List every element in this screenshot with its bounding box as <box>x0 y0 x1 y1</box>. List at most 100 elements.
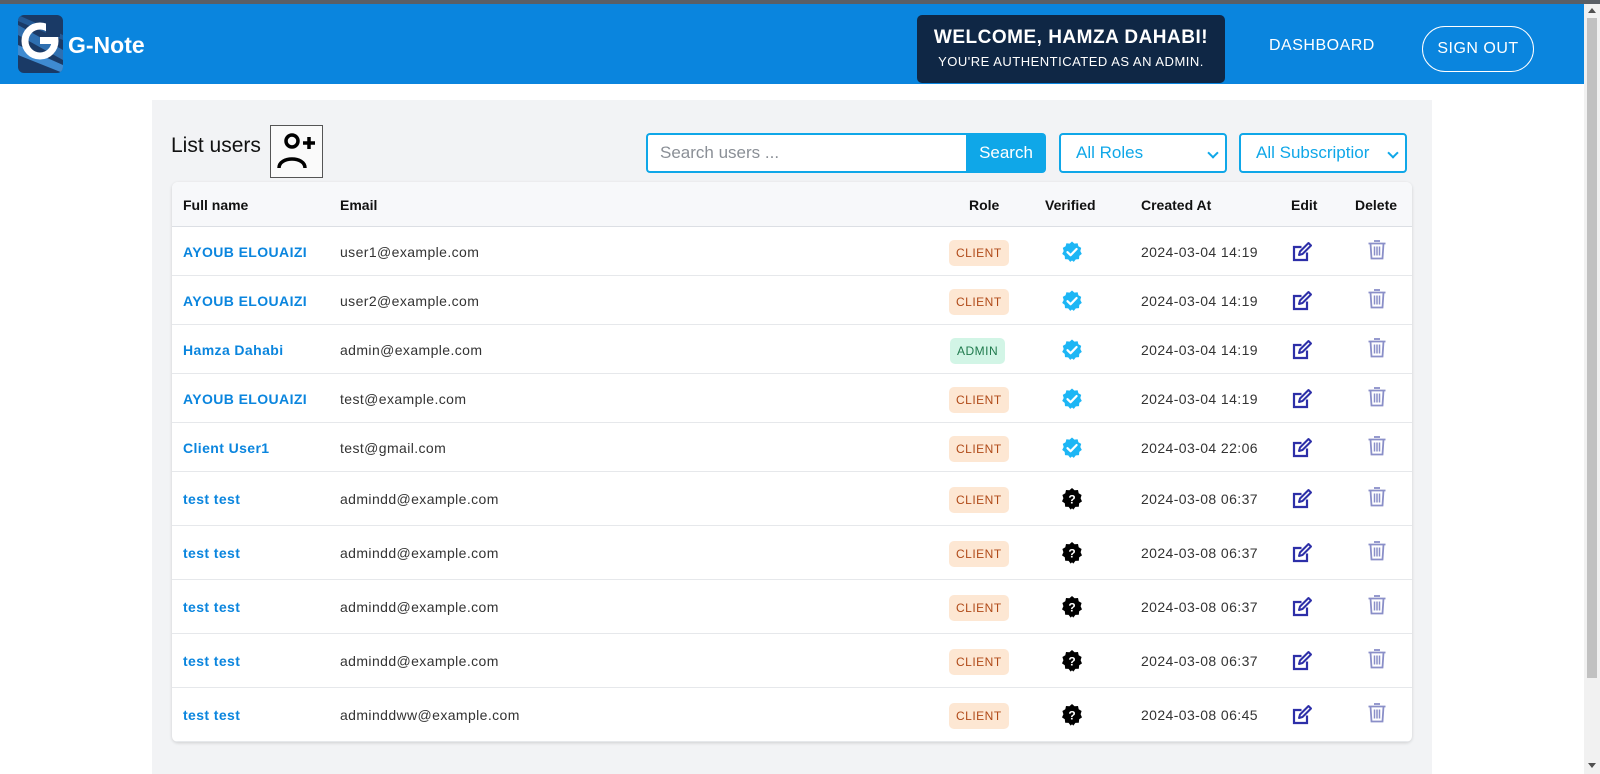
user-email: admindd@example.com <box>340 545 499 561</box>
role-badge: ADMIN <box>950 338 1006 364</box>
created-at: 2024-03-04 14:19 <box>1141 342 1258 358</box>
user-full-name[interactable]: test test <box>183 491 240 507</box>
chevron-down-icon <box>1387 147 1399 159</box>
trash-icon[interactable] <box>1366 485 1388 507</box>
search-button[interactable]: Search <box>966 133 1046 173</box>
table-row[interactable]: test test admindd@example.com CLIENT? 2024-… <box>172 472 1412 526</box>
add-user-button[interactable] <box>270 125 323 178</box>
vertical-scrollbar[interactable] <box>1584 4 1600 774</box>
trash-icon[interactable] <box>1366 539 1388 561</box>
table-row[interactable]: test test admindd@example.com CLIENT? 2024-… <box>172 580 1412 634</box>
role-badge: CLIENT <box>949 289 1009 315</box>
user-full-name[interactable]: Hamza Dahabi <box>183 342 284 358</box>
created-at: 2024-03-08 06:45 <box>1141 707 1258 723</box>
created-at: 2024-03-04 14:19 <box>1141 391 1258 407</box>
dashboard-link[interactable]: DASHBOARD <box>1269 37 1375 55</box>
edit-icon[interactable] <box>1291 704 1313 726</box>
unverified-question-icon: ? <box>1060 649 1084 673</box>
signout-button[interactable]: SIGN OUT <box>1422 26 1534 72</box>
search-input[interactable] <box>646 133 966 173</box>
edit-icon[interactable] <box>1291 290 1313 312</box>
edit-icon[interactable] <box>1291 388 1313 410</box>
table-row[interactable]: test test adminddww@example.com CLIENT? 202… <box>172 688 1412 742</box>
role-badge: CLIENT <box>949 541 1009 567</box>
brand-name[interactable]: G-Note <box>68 32 145 59</box>
verified-badge-icon <box>1060 338 1084 362</box>
created-at: 2024-03-08 06:37 <box>1141 599 1258 615</box>
user-full-name[interactable]: AYOUB ELOUAIZI <box>183 293 307 309</box>
role-badge: CLIENT <box>949 240 1009 266</box>
user-full-name[interactable]: test test <box>183 707 240 723</box>
user-full-name[interactable]: Client User1 <box>183 440 270 456</box>
scroll-up-arrow-icon[interactable] <box>1588 8 1596 13</box>
unverified-question-icon: ? <box>1060 595 1084 619</box>
column-header-created-at[interactable]: Created At <box>1141 197 1211 213</box>
trash-icon[interactable] <box>1366 385 1388 407</box>
created-at: 2024-03-04 22:06 <box>1141 440 1258 456</box>
table-row[interactable]: Hamza Dahabi admin@example.com ADMIN 2024-0… <box>172 325 1412 374</box>
table-row[interactable]: test test admindd@example.com CLIENT? 2024-… <box>172 526 1412 580</box>
edit-icon[interactable] <box>1291 488 1313 510</box>
page-title: List users <box>171 134 261 157</box>
column-header-full-name[interactable]: Full name <box>183 197 248 213</box>
navbar: G-Note WELCOME, HAMZA DAHABI! YOU'RE AUT… <box>0 4 1584 84</box>
column-header-email[interactable]: Email <box>340 197 377 213</box>
table-row[interactable]: AYOUB ELOUAIZI user1@example.com CLIENT 202… <box>172 227 1412 276</box>
unverified-question-icon: ? <box>1060 703 1084 727</box>
verified-badge-icon <box>1060 289 1084 313</box>
role-badge: CLIENT <box>949 387 1009 413</box>
user-full-name[interactable]: AYOUB ELOUAIZI <box>183 244 307 260</box>
user-full-name[interactable]: AYOUB ELOUAIZI <box>183 391 307 407</box>
role-badge: CLIENT <box>949 703 1009 729</box>
edit-icon[interactable] <box>1291 241 1313 263</box>
user-email: adminddww@example.com <box>340 707 520 723</box>
user-full-name[interactable]: test test <box>183 599 240 615</box>
edit-icon[interactable] <box>1291 437 1313 459</box>
created-at: 2024-03-08 06:37 <box>1141 491 1258 507</box>
table-row[interactable]: AYOUB ELOUAIZI test@example.com CLIENT 2024… <box>172 374 1412 423</box>
user-email: admindd@example.com <box>340 599 499 615</box>
trash-icon[interactable] <box>1366 434 1388 456</box>
users-table: Full name Email Role Verified Created At… <box>172 182 1412 742</box>
svg-text:?: ? <box>1068 493 1075 507</box>
user-full-name[interactable]: test test <box>183 653 240 669</box>
edit-icon[interactable] <box>1291 339 1313 361</box>
svg-text:?: ? <box>1068 547 1075 561</box>
svg-text:?: ? <box>1068 709 1075 723</box>
trash-icon[interactable] <box>1366 238 1388 260</box>
trash-icon[interactable] <box>1366 287 1388 309</box>
created-at: 2024-03-08 06:37 <box>1141 653 1258 669</box>
column-header-edit: Edit <box>1291 197 1318 213</box>
table-row[interactable]: Client User1 test@gmail.com CLIENT 2024-03-… <box>172 423 1412 472</box>
trash-icon[interactable] <box>1366 701 1388 723</box>
column-header-role[interactable]: Role <box>969 197 999 213</box>
edit-icon[interactable] <box>1291 596 1313 618</box>
subscription-filter-select[interactable]: All Subscriptior <box>1239 133 1407 173</box>
created-at: 2024-03-04 14:19 <box>1141 244 1258 260</box>
verified-badge-icon <box>1060 387 1084 411</box>
trash-icon[interactable] <box>1366 647 1388 669</box>
role-filter-value: All Roles <box>1076 143 1144 162</box>
user-full-name[interactable]: test test <box>183 545 240 561</box>
column-header-delete: Delete <box>1355 197 1398 213</box>
welcome-subtitle: YOU'RE AUTHENTICATED AS AN ADMIN. <box>938 54 1204 69</box>
trash-icon[interactable] <box>1366 593 1388 615</box>
trash-icon[interactable] <box>1366 336 1388 358</box>
svg-text:?: ? <box>1068 655 1075 669</box>
role-badge: CLIENT <box>949 649 1009 675</box>
user-email: test@gmail.com <box>340 440 447 456</box>
role-badge: CLIENT <box>949 595 1009 621</box>
welcome-title: WELCOME, HAMZA DAHABI! <box>933 27 1209 48</box>
scroll-down-arrow-icon[interactable] <box>1588 763 1596 768</box>
role-badge: CLIENT <box>949 487 1009 513</box>
table-row[interactable]: test test admindd@example.com CLIENT? 2024-… <box>172 634 1412 688</box>
created-at: 2024-03-08 06:37 <box>1141 545 1258 561</box>
column-header-verified[interactable]: Verified <box>1045 197 1096 213</box>
verified-badge-icon <box>1060 436 1084 460</box>
app-logo-icon[interactable] <box>18 15 63 73</box>
table-row[interactable]: AYOUB ELOUAIZI user2@example.com CLIENT 202… <box>172 276 1412 325</box>
edit-icon[interactable] <box>1291 542 1313 564</box>
edit-icon[interactable] <box>1291 650 1313 672</box>
role-filter-select[interactable]: All Roles <box>1059 133 1227 173</box>
scrollbar-thumb[interactable] <box>1587 18 1597 678</box>
